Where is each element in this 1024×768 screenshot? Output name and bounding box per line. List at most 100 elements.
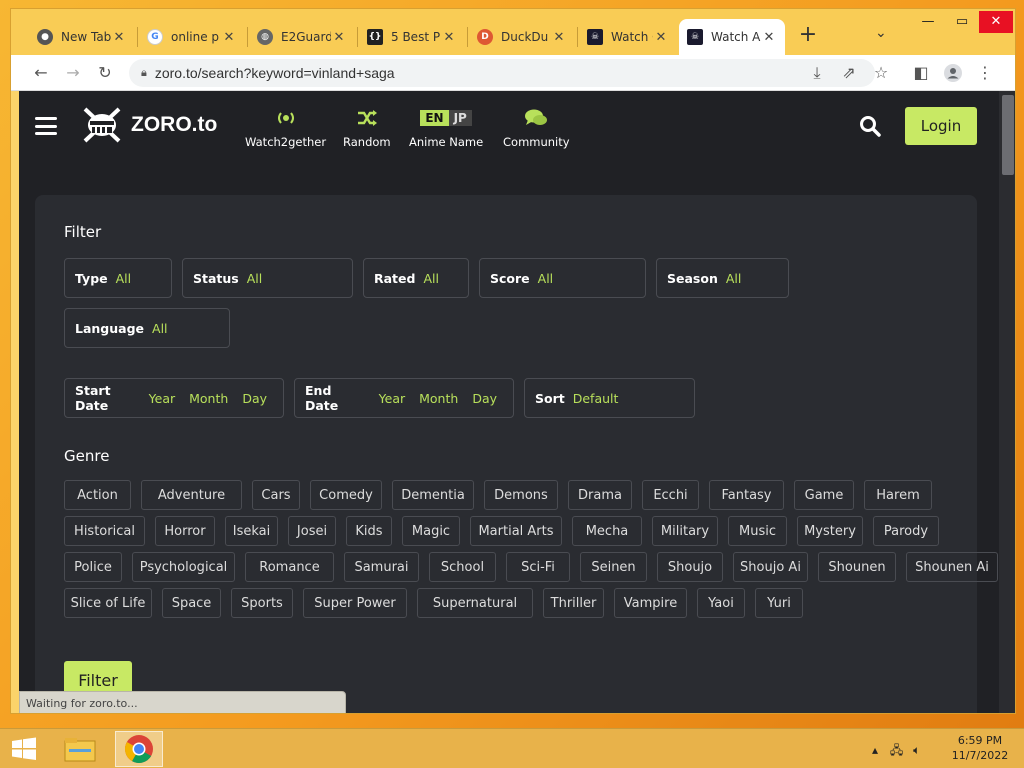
- filter-type[interactable]: Type All: [64, 258, 172, 298]
- end-day-select[interactable]: Day: [472, 391, 497, 406]
- genre-chip[interactable]: Action: [64, 480, 131, 510]
- genre-chip[interactable]: Ecchi: [642, 480, 699, 510]
- genre-chip[interactable]: Harem: [864, 480, 932, 510]
- share-icon[interactable]: ⇗: [837, 61, 861, 85]
- genre-chip[interactable]: Vampire: [614, 588, 687, 618]
- close-icon[interactable]: ✕: [221, 30, 237, 45]
- chrome-taskbar-icon[interactable]: [115, 731, 163, 767]
- genre-chip[interactable]: Kids: [346, 516, 392, 546]
- tab-e2guard[interactable]: ◍ E2Guard ✕: [249, 19, 355, 55]
- en-jp-toggle[interactable]: EN JP: [420, 107, 472, 129]
- login-button[interactable]: Login: [905, 107, 977, 145]
- maximize-button[interactable]: ▭: [945, 11, 979, 33]
- filter-score[interactable]: Score All: [479, 258, 646, 298]
- filter-sort[interactable]: Sort Default: [524, 378, 695, 418]
- back-icon[interactable]: ←: [29, 61, 53, 85]
- genre-chip[interactable]: Police: [64, 552, 122, 582]
- genre-chip[interactable]: Shoujo: [657, 552, 723, 582]
- nav-random[interactable]: Random: [343, 107, 391, 149]
- genre-chip[interactable]: Martial Arts: [470, 516, 562, 546]
- start-year-select[interactable]: Year: [149, 391, 175, 406]
- close-icon[interactable]: ✕: [761, 30, 777, 45]
- windows-start-icon[interactable]: [10, 737, 38, 761]
- genre-chip[interactable]: Space: [162, 588, 221, 618]
- nav-community[interactable]: Community: [503, 107, 570, 149]
- genre-chip[interactable]: Shoujo Ai: [733, 552, 808, 582]
- genre-chip[interactable]: Samurai: [344, 552, 419, 582]
- tab-watch-c[interactable]: ☠ Watch C ✕: [579, 19, 677, 55]
- genre-chip[interactable]: Josei: [288, 516, 336, 546]
- nav-watch2gether[interactable]: Watch2gether: [245, 107, 326, 149]
- tab-duckduckgo[interactable]: D DuckDu ✕: [469, 19, 575, 55]
- genre-chip[interactable]: Thriller: [543, 588, 604, 618]
- reload-icon[interactable]: ↻: [93, 61, 117, 85]
- close-icon[interactable]: ✕: [111, 30, 127, 45]
- genre-chip[interactable]: Seinen: [580, 552, 647, 582]
- site-logo[interactable]: ZORO.to: [81, 105, 217, 145]
- forward-icon[interactable]: →: [61, 61, 85, 85]
- genre-chip[interactable]: Comedy: [310, 480, 382, 510]
- close-icon[interactable]: ✕: [441, 30, 457, 45]
- tab-watch-a-active[interactable]: ☠ Watch A ✕: [679, 19, 785, 55]
- genre-chip[interactable]: Sci-Fi: [506, 552, 570, 582]
- tray-expand-icon[interactable]: ▴: [872, 743, 878, 757]
- genre-chip[interactable]: Music: [728, 516, 787, 546]
- genre-chip[interactable]: Psychological: [132, 552, 235, 582]
- genre-chip[interactable]: Drama: [568, 480, 632, 510]
- genre-chip[interactable]: Cars: [252, 480, 300, 510]
- genre-chip[interactable]: Demons: [484, 480, 558, 510]
- search-icon[interactable]: [859, 115, 881, 137]
- genre-chip[interactable]: Shounen Ai: [906, 552, 998, 582]
- filter-season[interactable]: Season All: [656, 258, 789, 298]
- minimize-button[interactable]: —: [911, 11, 945, 33]
- side-panel-icon[interactable]: ◧: [909, 61, 933, 85]
- window-close-button[interactable]: ✕: [979, 11, 1013, 33]
- genre-chip[interactable]: Adventure: [141, 480, 242, 510]
- tab-online-p[interactable]: G online p ✕: [139, 19, 245, 55]
- hamburger-menu-icon[interactable]: [35, 117, 57, 135]
- end-year-select[interactable]: Year: [379, 391, 405, 406]
- filter-status[interactable]: Status All: [182, 258, 353, 298]
- address-bar[interactable]: 🔒︎ zoro.to/search?keyword=vinland+saga: [129, 59, 875, 87]
- lang-en[interactable]: EN: [420, 110, 449, 126]
- filter-language[interactable]: Language All: [64, 308, 230, 348]
- taskbar-clock[interactable]: 6:59 PM 11/7/2022: [950, 733, 1010, 763]
- network-icon[interactable]: 🖧︎: [890, 743, 903, 757]
- genre-chip[interactable]: Supernatural: [417, 588, 533, 618]
- genre-chip[interactable]: Isekai: [225, 516, 278, 546]
- start-month-select[interactable]: Month: [189, 391, 228, 406]
- url-text[interactable]: zoro.to/search?keyword=vinland+saga: [155, 65, 395, 81]
- genre-chip[interactable]: Dementia: [392, 480, 474, 510]
- close-icon[interactable]: ✕: [551, 30, 567, 45]
- download-icon[interactable]: ⤓: [805, 61, 829, 85]
- close-icon[interactable]: ✕: [331, 30, 347, 45]
- tab-5-best[interactable]: {} 5 Best P ✕: [359, 19, 465, 55]
- genre-chip[interactable]: Military: [652, 516, 718, 546]
- page-scrollbar[interactable]: [999, 91, 1015, 713]
- start-day-select[interactable]: Day: [242, 391, 267, 406]
- genre-chip[interactable]: Horror: [155, 516, 215, 546]
- genre-chip[interactable]: Parody: [873, 516, 939, 546]
- filter-start-date[interactable]: Start Date Year Month Day: [64, 378, 284, 418]
- file-explorer-icon[interactable]: [56, 731, 104, 767]
- lock-icon[interactable]: 🔒︎: [141, 66, 147, 80]
- lang-jp[interactable]: JP: [448, 110, 472, 126]
- end-month-select[interactable]: Month: [419, 391, 458, 406]
- genre-chip[interactable]: Magic: [402, 516, 460, 546]
- genre-chip[interactable]: Yuri: [755, 588, 803, 618]
- genre-chip[interactable]: Shounen: [818, 552, 896, 582]
- volume-icon[interactable]: 🔈︎: [913, 743, 920, 757]
- scrollbar-thumb[interactable]: [1002, 95, 1014, 175]
- filter-end-date[interactable]: End Date Year Month Day: [294, 378, 514, 418]
- profile-avatar-icon[interactable]: [941, 61, 965, 85]
- browser-menu-icon[interactable]: ⋮: [973, 61, 997, 85]
- genre-chip[interactable]: Slice of Life: [64, 588, 152, 618]
- bookmark-star-icon[interactable]: ☆: [869, 61, 893, 85]
- genre-chip[interactable]: Fantasy: [709, 480, 784, 510]
- genre-chip[interactable]: Romance: [245, 552, 334, 582]
- genre-chip[interactable]: Sports: [231, 588, 293, 618]
- tab-search-icon[interactable]: ⌄: [875, 25, 887, 41]
- new-tab-button[interactable]: +: [795, 23, 821, 49]
- genre-chip[interactable]: Mystery: [797, 516, 863, 546]
- genre-chip[interactable]: School: [429, 552, 496, 582]
